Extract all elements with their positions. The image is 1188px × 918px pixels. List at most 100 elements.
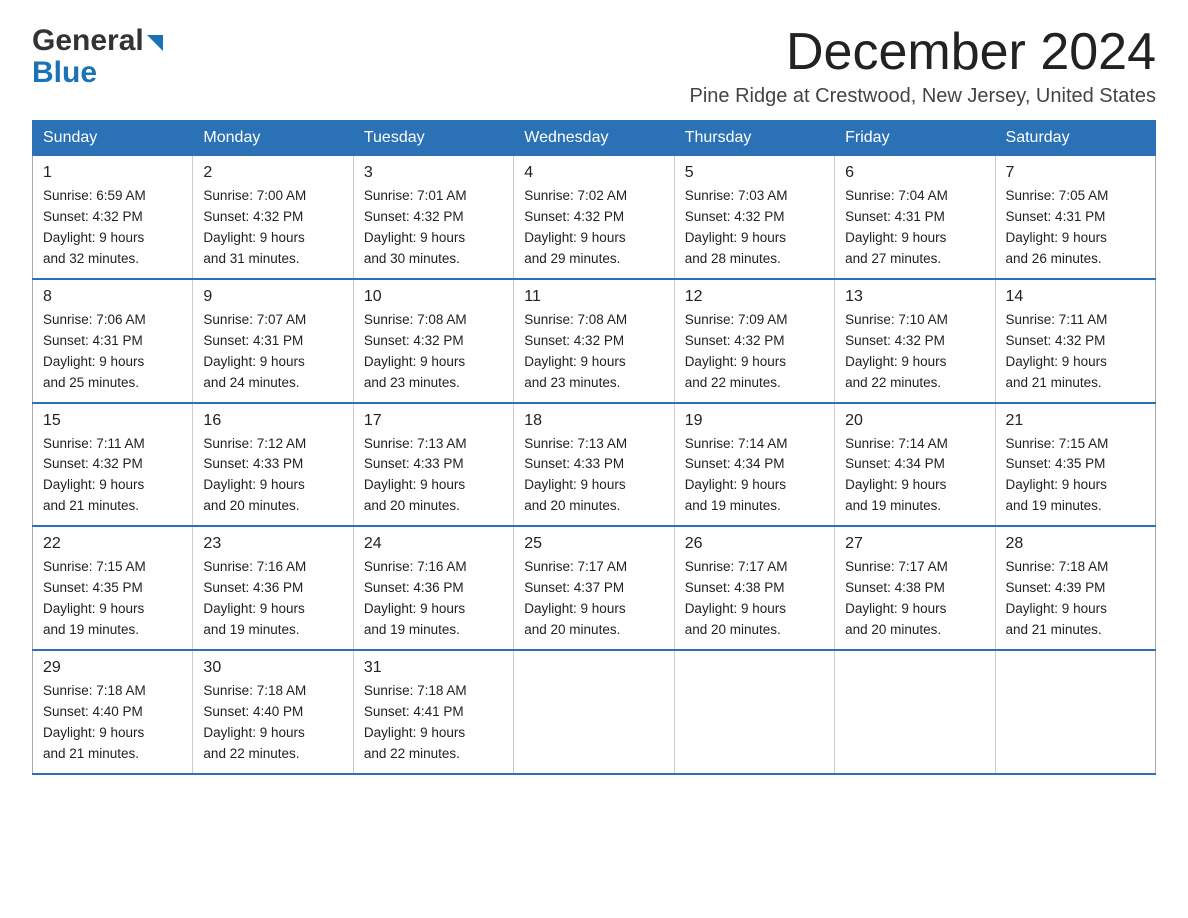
day-number: 20 xyxy=(845,412,984,430)
day-info: Sunrise: 7:03 AMSunset: 4:32 PMDaylight:… xyxy=(685,186,824,270)
calendar-cell: 25 Sunrise: 7:17 AMSunset: 4:37 PMDayligh… xyxy=(514,526,674,650)
calendar-cell: 2Sunrise: 7:00 AMSunset: 4:32 PMDaylight… xyxy=(193,156,353,279)
day-number: 3 xyxy=(364,164,503,182)
calendar-cell: 14 Sunrise: 7:11 AMSunset: 4:32 PMDayligh… xyxy=(995,279,1155,403)
title-area: December 2024 Pine Ridge at Crestwood, N… xyxy=(689,24,1156,108)
logo-triangle-icon xyxy=(147,35,163,51)
calendar-cell: 13 Sunrise: 7:10 AMSunset: 4:32 PMDayligh… xyxy=(835,279,995,403)
day-number: 5 xyxy=(685,164,824,182)
logo-blue-text: Blue xyxy=(32,56,97,90)
day-number: 22 xyxy=(43,535,182,553)
day-info: Sunrise: 6:59 AMSunset: 4:32 PMDaylight:… xyxy=(43,186,182,270)
calendar-subtitle: Pine Ridge at Crestwood, New Jersey, Uni… xyxy=(689,85,1156,108)
calendar-body: 1 Sunrise: 6:59 AMSunset: 4:32 PMDaylight… xyxy=(33,156,1156,774)
day-number: 7 xyxy=(1006,164,1145,182)
calendar-cell: 27Sunrise: 7:17 AMSunset: 4:38 PMDayligh… xyxy=(835,526,995,650)
calendar-week-row: 1 Sunrise: 6:59 AMSunset: 4:32 PMDaylight… xyxy=(33,156,1156,279)
calendar-cell xyxy=(514,650,674,774)
logo: General Blue xyxy=(32,24,163,90)
calendar-week-row: 29 Sunrise: 7:18 AMSunset: 4:40 PMDayligh… xyxy=(33,650,1156,774)
day-number: 28 xyxy=(1006,535,1145,553)
calendar-cell: 5 Sunrise: 7:03 AMSunset: 4:32 PMDaylight… xyxy=(674,156,834,279)
day-number: 14 xyxy=(1006,288,1145,306)
day-number: 6 xyxy=(845,164,984,182)
weekday-header-thursday: Thursday xyxy=(674,121,834,156)
calendar-cell: 30 Sunrise: 7:18 AMSunset: 4:40 PMDayligh… xyxy=(193,650,353,774)
day-info: Sunrise: 7:18 AMSunset: 4:40 PMDaylight:… xyxy=(203,681,342,765)
day-number: 24 xyxy=(364,535,503,553)
calendar-cell: 16 Sunrise: 7:12 AMSunset: 4:33 PMDayligh… xyxy=(193,403,353,527)
day-number: 9 xyxy=(203,288,342,306)
day-info: Sunrise: 7:11 AMSunset: 4:32 PMDaylight:… xyxy=(43,434,182,518)
calendar-cell: 29 Sunrise: 7:18 AMSunset: 4:40 PMDayligh… xyxy=(33,650,193,774)
day-number: 10 xyxy=(364,288,503,306)
day-number: 4 xyxy=(524,164,663,182)
day-info: Sunrise: 7:06 AMSunset: 4:31 PMDaylight:… xyxy=(43,310,182,394)
day-info: Sunrise: 7:16 AMSunset: 4:36 PMDaylight:… xyxy=(364,557,503,641)
day-info: Sunrise: 7:08 AMSunset: 4:32 PMDaylight:… xyxy=(524,310,663,394)
calendar-cell: 11 Sunrise: 7:08 AMSunset: 4:32 PMDayligh… xyxy=(514,279,674,403)
day-number: 2 xyxy=(203,164,342,182)
day-number: 12 xyxy=(685,288,824,306)
day-info: Sunrise: 7:18 AMSunset: 4:41 PMDaylight:… xyxy=(364,681,503,765)
calendar-cell: 3Sunrise: 7:01 AMSunset: 4:32 PMDaylight… xyxy=(353,156,513,279)
calendar-cell xyxy=(674,650,834,774)
day-info: Sunrise: 7:17 AMSunset: 4:37 PMDaylight:… xyxy=(524,557,663,641)
day-number: 19 xyxy=(685,412,824,430)
calendar-cell xyxy=(995,650,1155,774)
calendar-cell: 12Sunrise: 7:09 AMSunset: 4:32 PMDayligh… xyxy=(674,279,834,403)
weekday-header-row: SundayMondayTuesdayWednesdayThursdayFrid… xyxy=(33,121,1156,156)
calendar-title: December 2024 xyxy=(689,24,1156,81)
calendar-cell: 19Sunrise: 7:14 AMSunset: 4:34 PMDayligh… xyxy=(674,403,834,527)
day-number: 31 xyxy=(364,659,503,677)
page-header: General Blue December 2024 Pine Ridge at… xyxy=(32,24,1156,108)
weekday-header-monday: Monday xyxy=(193,121,353,156)
day-info: Sunrise: 7:13 AMSunset: 4:33 PMDaylight:… xyxy=(524,434,663,518)
day-number: 15 xyxy=(43,412,182,430)
calendar-cell: 23 Sunrise: 7:16 AMSunset: 4:36 PMDayligh… xyxy=(193,526,353,650)
day-number: 1 xyxy=(43,164,182,182)
calendar-cell: 28 Sunrise: 7:18 AMSunset: 4:39 PMDayligh… xyxy=(995,526,1155,650)
day-info: Sunrise: 7:13 AMSunset: 4:33 PMDaylight:… xyxy=(364,434,503,518)
day-number: 26 xyxy=(685,535,824,553)
calendar-cell: 7 Sunrise: 7:05 AMSunset: 4:31 PMDaylight… xyxy=(995,156,1155,279)
day-info: Sunrise: 7:18 AMSunset: 4:40 PMDaylight:… xyxy=(43,681,182,765)
calendar-week-row: 15 Sunrise: 7:11 AMSunset: 4:32 PMDayligh… xyxy=(33,403,1156,527)
weekday-header-tuesday: Tuesday xyxy=(353,121,513,156)
day-info: Sunrise: 7:16 AMSunset: 4:36 PMDaylight:… xyxy=(203,557,342,641)
day-number: 17 xyxy=(364,412,503,430)
day-number: 23 xyxy=(203,535,342,553)
calendar-cell: 18 Sunrise: 7:13 AMSunset: 4:33 PMDayligh… xyxy=(514,403,674,527)
day-number: 21 xyxy=(1006,412,1145,430)
calendar-header: SundayMondayTuesdayWednesdayThursdayFrid… xyxy=(33,121,1156,156)
day-number: 30 xyxy=(203,659,342,677)
calendar-cell: 6 Sunrise: 7:04 AMSunset: 4:31 PMDaylight… xyxy=(835,156,995,279)
day-info: Sunrise: 7:05 AMSunset: 4:31 PMDaylight:… xyxy=(1006,186,1145,270)
calendar-week-row: 22Sunrise: 7:15 AMSunset: 4:35 PMDayligh… xyxy=(33,526,1156,650)
day-info: Sunrise: 7:04 AMSunset: 4:31 PMDaylight:… xyxy=(845,186,984,270)
day-number: 16 xyxy=(203,412,342,430)
calendar-cell: 31 Sunrise: 7:18 AMSunset: 4:41 PMDayligh… xyxy=(353,650,513,774)
day-info: Sunrise: 7:18 AMSunset: 4:39 PMDaylight:… xyxy=(1006,557,1145,641)
day-number: 29 xyxy=(43,659,182,677)
day-info: Sunrise: 7:08 AMSunset: 4:32 PMDaylight:… xyxy=(364,310,503,394)
weekday-header-sunday: Sunday xyxy=(33,121,193,156)
calendar-cell: 22Sunrise: 7:15 AMSunset: 4:35 PMDayligh… xyxy=(33,526,193,650)
calendar-cell: 21Sunrise: 7:15 AMSunset: 4:35 PMDayligh… xyxy=(995,403,1155,527)
day-number: 13 xyxy=(845,288,984,306)
weekday-header-saturday: Saturday xyxy=(995,121,1155,156)
day-info: Sunrise: 7:11 AMSunset: 4:32 PMDaylight:… xyxy=(1006,310,1145,394)
calendar-week-row: 8 Sunrise: 7:06 AMSunset: 4:31 PMDaylight… xyxy=(33,279,1156,403)
day-info: Sunrise: 7:12 AMSunset: 4:33 PMDaylight:… xyxy=(203,434,342,518)
day-info: Sunrise: 7:10 AMSunset: 4:32 PMDaylight:… xyxy=(845,310,984,394)
day-number: 18 xyxy=(524,412,663,430)
day-number: 8 xyxy=(43,288,182,306)
calendar-cell: 26 Sunrise: 7:17 AMSunset: 4:38 PMDayligh… xyxy=(674,526,834,650)
day-number: 11 xyxy=(524,288,663,306)
day-number: 25 xyxy=(524,535,663,553)
calendar-table: SundayMondayTuesdayWednesdayThursdayFrid… xyxy=(32,120,1156,774)
day-info: Sunrise: 7:02 AMSunset: 4:32 PMDaylight:… xyxy=(524,186,663,270)
day-info: Sunrise: 7:17 AMSunset: 4:38 PMDaylight:… xyxy=(685,557,824,641)
day-number: 27 xyxy=(845,535,984,553)
calendar-cell: 1 Sunrise: 6:59 AMSunset: 4:32 PMDaylight… xyxy=(33,156,193,279)
